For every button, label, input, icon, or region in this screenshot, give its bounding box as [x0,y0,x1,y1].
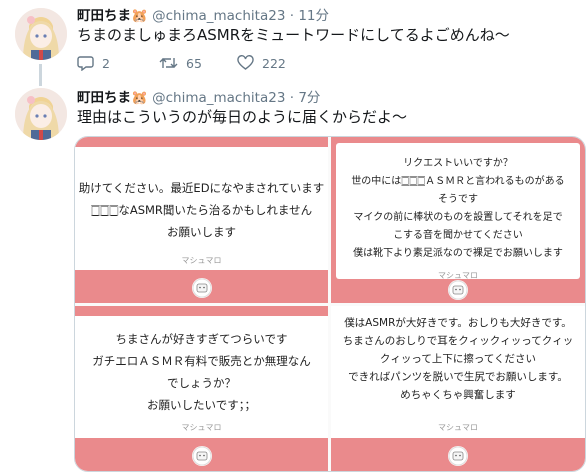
card-text: 僕はASMRが大好きです。おしりも大好きです。 ちまさんのおしりで耳をクィックィ… [342,317,574,401]
marshmallow-logo-icon [448,446,468,466]
marshmallow-logo-icon [448,280,468,300]
like-icon [237,55,254,70]
retweet-icon [159,58,178,68]
separator: · [289,8,295,24]
user-handle[interactable]: @chima_machita23 [152,90,285,106]
marshmallow-logo-icon [191,446,212,466]
marshmallow-card[interactable]: リクエストいいですか？ 世の中には🀆🀆🀆ＡＳＭＲと言われるものがあるそうです マ… [331,137,585,303]
marshmallow-logo-icon [191,278,212,298]
marshmallow-card[interactable]: 助けてください。最近EDになやまされています 🀆🀆🀆なASMR聞いたら治るかもし… [75,137,328,303]
tweet-text: 理由はこういうのが毎日のように届くからだよ〜 [77,108,408,126]
separator: · [289,90,295,106]
thread-line [39,64,42,86]
display-name[interactable]: 町田ちま [77,8,131,24]
tweet-header: 町田ちま🐹 @chima_machita23 · 7分 [77,86,320,106]
card-text: リクエストいいですか？ 世の中には🀆🀆🀆ＡＳＭＲと言われるものがあるそうです マ… [351,158,565,259]
avatar[interactable] [15,88,67,140]
card-top-bar [75,306,328,316]
card-text: ちまさんが好きすぎてつらいです ガチエロＡＳＭＲ有料で販売とか無理なんでしょうか… [92,332,311,412]
user-handle[interactable]: @chima_machita23 [152,8,285,24]
tweet-header: 町田ちま🐹 @chima_machita23 · 11分 [77,4,329,24]
hamster-emoji: 🐹 [131,90,148,106]
marshmallow-card[interactable]: ちまさんが好きすぎてつらいです ガチエロＡＳＭＲ有料で販売とか無理なんでしょうか… [75,306,328,471]
like-count: 222 [262,55,286,71]
timestamp[interactable]: 7分 [298,90,320,106]
card-top-bar [75,137,328,147]
display-name[interactable]: 町田ちま [77,90,131,106]
retweet-count: 65 [186,55,202,71]
marshmallow-card[interactable]: 僕はASMRが大好きです。おしりも大好きです。 ちまさんのおしりで耳をクィックィ… [331,306,585,471]
avatar[interactable] [15,8,67,60]
tweet-actions: 2 65 222 [77,55,407,75]
tweet-text: ちまのましゅまろASMRをミュートワードにしてるよごめんね〜 [77,26,510,44]
retweet-button[interactable]: 65 [159,55,202,71]
card-text: 助けてください。最近EDになやまされています 🀆🀆🀆なASMR聞いたら治るかもし… [78,181,325,239]
reply-button[interactable]: 2 [77,55,110,71]
media-grid[interactable]: 助けてください。最近EDになやまされています 🀆🀆🀆なASMR聞いたら治るかもし… [74,136,586,472]
tweet-1[interactable]: 町田ちま🐹 @chima_machita23 · 11分 ちまのましゅまろASM… [0,0,586,86]
hamster-emoji: 🐹 [131,8,148,24]
card-brand: マシュマロ [438,423,478,432]
reply-icon [77,56,94,71]
like-button[interactable]: 222 [237,55,286,71]
reply-count: 2 [102,55,110,71]
card-brand: マシュマロ [181,423,222,432]
card-brand: マシュマロ [181,256,222,265]
timestamp[interactable]: 11分 [298,8,329,24]
